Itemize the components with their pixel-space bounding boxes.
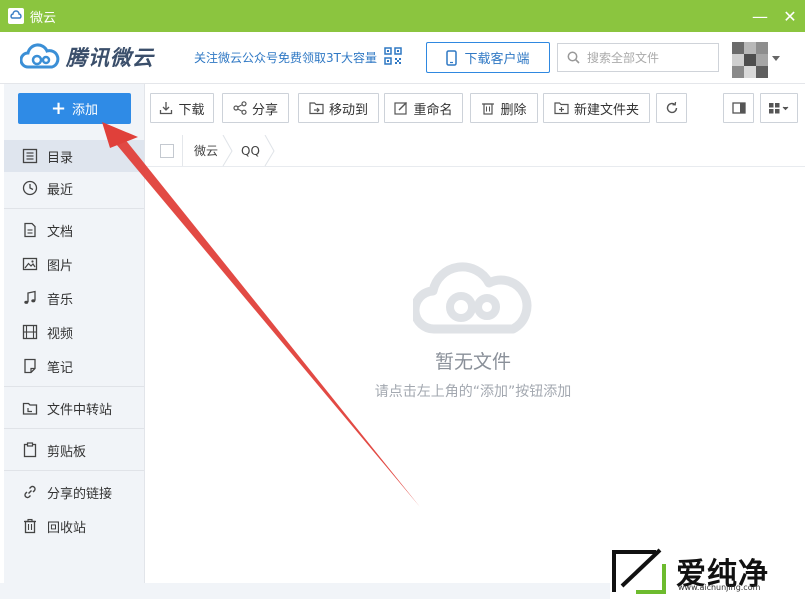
sidebar-item-label: 剪贴板	[47, 444, 87, 460]
download-client-label: 下载客户端	[464, 52, 530, 67]
minimize-button[interactable]: —	[745, 0, 775, 32]
sidebar-item-label: 视频	[47, 326, 74, 342]
new-folder-label: 新建文件夹	[573, 102, 639, 118]
sidebar-item-label: 音乐	[47, 292, 74, 308]
clock-icon	[22, 180, 38, 196]
share-label: 分享	[251, 102, 278, 118]
share-button[interactable]: 分享	[222, 93, 289, 123]
new-folder-button[interactable]: 新建文件夹	[543, 93, 650, 123]
add-label: 添加	[72, 103, 99, 118]
rename-label: 重命名	[413, 102, 453, 118]
sidebar-item-images[interactable]: 图片	[4, 248, 144, 280]
app-icon	[8, 8, 24, 24]
avatar-dropdown-icon[interactable]	[772, 56, 780, 61]
sidebar-item-shared-links[interactable]: 分享的链接	[4, 476, 144, 508]
sidebar-item-label: 文档	[47, 224, 74, 240]
sidebar-item-label: 图片	[47, 258, 74, 274]
sidebar-item-documents[interactable]: 文档	[4, 214, 144, 246]
file-list-empty-state: 暂无文件 请点击左上角的“添加”按钮添加	[145, 167, 805, 583]
select-all-checkbox[interactable]	[160, 144, 174, 158]
watermark-logo-icon	[612, 548, 666, 594]
share-icon	[233, 101, 247, 115]
promo-link[interactable]: 关注微云公众号免费领取3T大容量	[194, 49, 377, 66]
sidebar-item-transfer-station[interactable]: 文件中转站	[4, 392, 144, 424]
note-icon	[24, 358, 36, 374]
sidebar-item-label: 分享的链接	[47, 486, 113, 502]
window-title: 微云	[30, 10, 57, 26]
logo[interactable]: 腾讯微云	[20, 42, 154, 72]
image-icon	[22, 257, 38, 271]
view-mode-dropdown[interactable]	[760, 93, 798, 123]
trash-icon	[482, 103, 495, 115]
empty-cloud-icon	[413, 262, 532, 334]
download-client-button[interactable]: 下载客户端	[426, 42, 550, 73]
sidebar-item-label: 最近	[47, 182, 74, 198]
app-header: 腾讯微云 关注微云公众号免费领取3T大容量 下载客户端	[0, 32, 805, 84]
sidebar-item-label: 笔记	[47, 360, 74, 376]
add-button[interactable]: + 添加	[18, 93, 131, 124]
list-icon	[22, 148, 38, 164]
download-icon	[160, 102, 173, 115]
breadcrumb: 微云 QQ	[145, 135, 805, 167]
panel-icon	[731, 102, 746, 114]
move-to-label: 移动到	[328, 102, 368, 118]
sidebar-item-music[interactable]: 音乐	[4, 282, 144, 314]
document-icon	[24, 222, 36, 238]
sidebar-divider	[4, 208, 144, 209]
sidebar-item-clipboard[interactable]: 剪贴板	[4, 434, 144, 466]
trash-icon	[24, 518, 36, 534]
close-button[interactable]: ✕	[775, 0, 805, 32]
sidebar-item-videos[interactable]: 视频	[4, 316, 144, 348]
sidebar-divider	[4, 386, 144, 387]
sidebar-item-recycle-bin[interactable]: 回收站	[4, 510, 144, 542]
grid-view-icon	[769, 103, 789, 114]
empty-hint: 请点击左上角的“添加”按钮添加	[374, 384, 572, 400]
delete-label: 删除	[500, 102, 527, 118]
video-icon	[22, 324, 38, 340]
delete-button[interactable]: 删除	[470, 93, 538, 123]
search-input[interactable]	[587, 50, 707, 65]
toolbar: 下载 分享 移动到 重命名 删除 新建文件夹	[145, 84, 805, 131]
new-folder-icon	[554, 102, 569, 115]
logo-text: 腾讯微云	[66, 45, 154, 70]
avatar[interactable]	[732, 42, 768, 78]
download-label: 下载	[178, 102, 205, 118]
clipboard-icon	[23, 442, 37, 458]
move-folder-icon	[309, 102, 324, 115]
title-bar: 微云 — ✕	[0, 0, 805, 32]
sidebar-item-label: 文件中转站	[47, 402, 113, 418]
sidebar-item-label: 回收站	[47, 520, 87, 536]
transfer-icon	[22, 402, 38, 415]
music-icon	[24, 290, 36, 304]
sidebar-item-notes[interactable]: 笔记	[4, 350, 144, 382]
weiyun-cloud-icon	[20, 43, 60, 69]
breadcrumb-item-weiyun[interactable]: 微云	[194, 135, 218, 166]
sidebar-divider	[4, 428, 144, 429]
plus-icon: +	[50, 97, 67, 119]
search-icon	[567, 51, 580, 64]
edit-icon	[394, 102, 408, 115]
sidebar-item-recent[interactable]: 最近	[4, 172, 144, 204]
refresh-button[interactable]	[656, 93, 687, 123]
search-box[interactable]	[557, 43, 719, 72]
refresh-icon	[666, 101, 677, 114]
mobile-phone-icon	[446, 49, 458, 66]
link-icon	[24, 485, 36, 499]
watermark: 爱纯净 www.aichunjing.com	[610, 543, 805, 599]
download-button[interactable]: 下载	[150, 93, 214, 123]
watermark-url: www.aichunjing.com	[678, 583, 761, 592]
move-to-button[interactable]: 移动到	[298, 93, 379, 123]
rename-button[interactable]: 重命名	[384, 93, 463, 123]
breadcrumb-item-qq[interactable]: QQ	[241, 135, 260, 166]
qr-code-icon[interactable]	[384, 47, 402, 65]
sidebar-item-directory[interactable]: 目录	[4, 140, 144, 172]
sidebar-item-label: 目录	[47, 150, 74, 166]
empty-title: 暂无文件	[434, 351, 511, 373]
detail-pane-toggle[interactable]	[723, 93, 754, 123]
sidebar-divider	[4, 470, 144, 471]
sidebar: + 添加 目录 最近 文档 图片 音乐 视频 笔记 文件中转站 剪贴板 分享的链…	[4, 84, 145, 583]
